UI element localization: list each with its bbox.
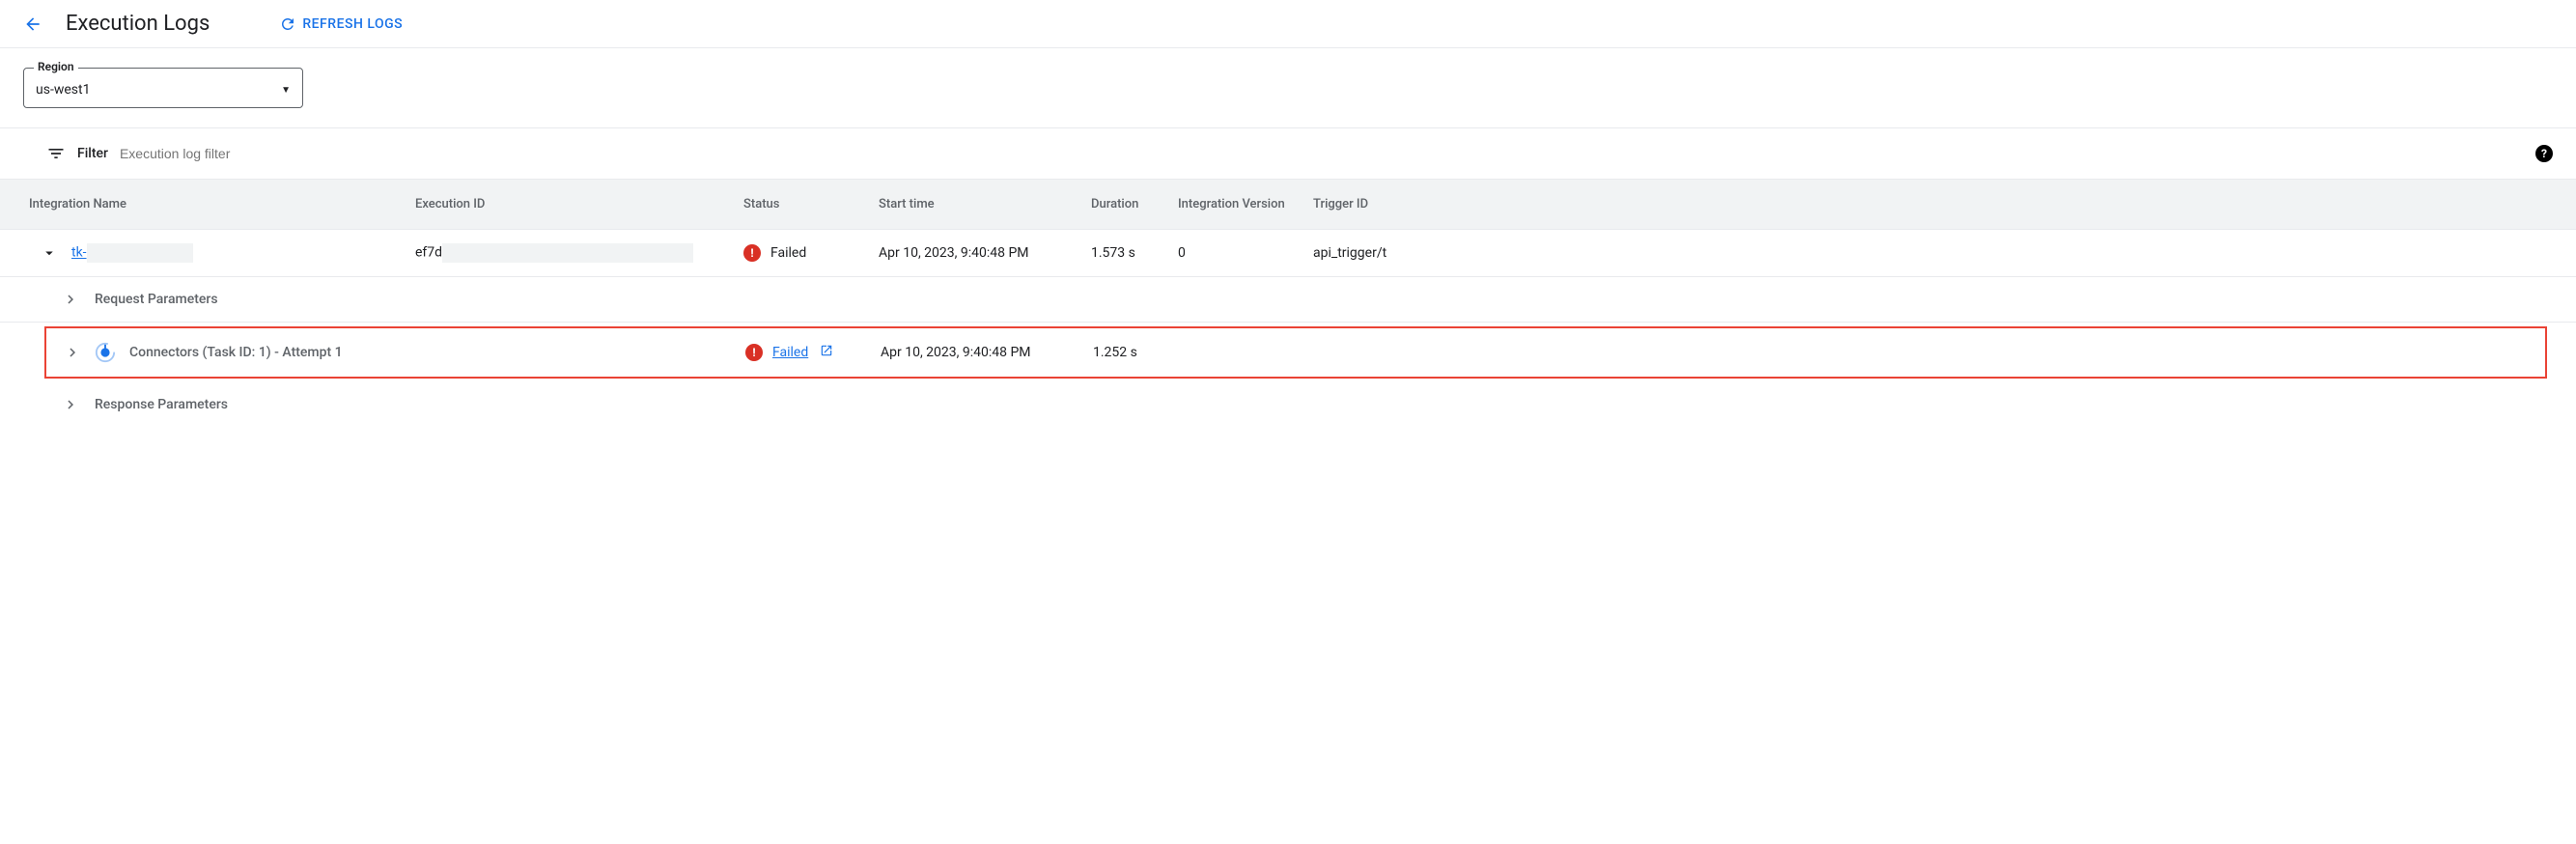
dropdown-caret-icon: ▼ [281, 85, 291, 96]
external-link-icon[interactable] [820, 344, 833, 361]
refresh-label: REFRESH LOGS [302, 16, 403, 32]
response-parameters-row[interactable]: Response Parameters [0, 382, 2576, 427]
refresh-icon [279, 15, 296, 33]
trigger-id-cell: api_trigger/t [1313, 245, 1506, 261]
back-arrow-icon[interactable] [23, 14, 42, 34]
status-text: Failed [770, 245, 806, 261]
refresh-logs-button[interactable]: REFRESH LOGS [279, 15, 403, 33]
status-cell: ! Failed [743, 244, 879, 262]
filter-bar: Filter ? [0, 127, 2576, 179]
connector-icon [95, 342, 116, 363]
execution-id-cell: ef7d [415, 243, 743, 263]
chevron-right-icon [62, 291, 79, 308]
col-duration: Duration [1091, 197, 1178, 211]
filter-icon [46, 144, 66, 163]
redacted-name [87, 243, 193, 263]
integration-name-link[interactable]: tk- [71, 245, 87, 261]
chevron-right-icon[interactable] [64, 344, 81, 361]
filter-input[interactable] [120, 146, 2530, 161]
duration-cell: 1.573 s [1091, 245, 1178, 261]
task-status-link[interactable]: Failed [772, 345, 808, 360]
table-row: tk- ef7d ! Failed Apr 10, 2023, 9:40:48 … [0, 230, 2576, 277]
task-duration: 1.252 s [1093, 345, 1180, 360]
col-trigger-id: Trigger ID [1313, 197, 1506, 211]
redacted-exec-id [442, 243, 693, 263]
request-parameters-label: Request Parameters [95, 292, 218, 307]
region-value: us-west1 [36, 82, 90, 98]
task-name-cell: Connectors (Task ID: 1) - Attempt 1 [64, 342, 745, 363]
region-select[interactable]: Region us-west1 ▼ [23, 68, 303, 108]
col-execution-id: Execution ID [415, 197, 743, 211]
col-integration-name: Integration Name [29, 197, 415, 211]
response-parameters-label: Response Parameters [95, 397, 228, 412]
page-header: Execution Logs REFRESH LOGS [0, 0, 2576, 48]
start-time-cell: Apr 10, 2023, 9:40:48 PM [879, 245, 1091, 261]
error-icon: ! [743, 244, 761, 262]
table-header-row: Integration Name Execution ID Status Sta… [0, 179, 2576, 230]
filter-label: Filter [77, 146, 108, 161]
version-cell: 0 [1178, 245, 1313, 261]
col-start-time: Start time [879, 197, 1091, 211]
region-field-label: Region [34, 60, 78, 73]
request-parameters-row[interactable]: Request Parameters [0, 277, 2576, 323]
row-name-cell: tk- [29, 243, 415, 263]
help-icon[interactable]: ? [2535, 145, 2553, 162]
col-integration-version: Integration Version [1178, 197, 1313, 211]
expand-icon[interactable] [41, 244, 58, 262]
page-title: Execution Logs [66, 12, 210, 36]
task-status-cell: ! Failed [745, 344, 881, 361]
task-name-label: Connectors (Task ID: 1) - Attempt 1 [129, 345, 343, 360]
task-start-time: Apr 10, 2023, 9:40:48 PM [881, 345, 1093, 360]
region-section: Region us-west1 ▼ [0, 48, 2576, 108]
error-icon: ! [745, 344, 763, 361]
col-status: Status [743, 197, 879, 211]
chevron-right-icon [62, 396, 79, 413]
task-row-highlighted: Connectors (Task ID: 1) - Attempt 1 ! Fa… [44, 326, 2547, 379]
